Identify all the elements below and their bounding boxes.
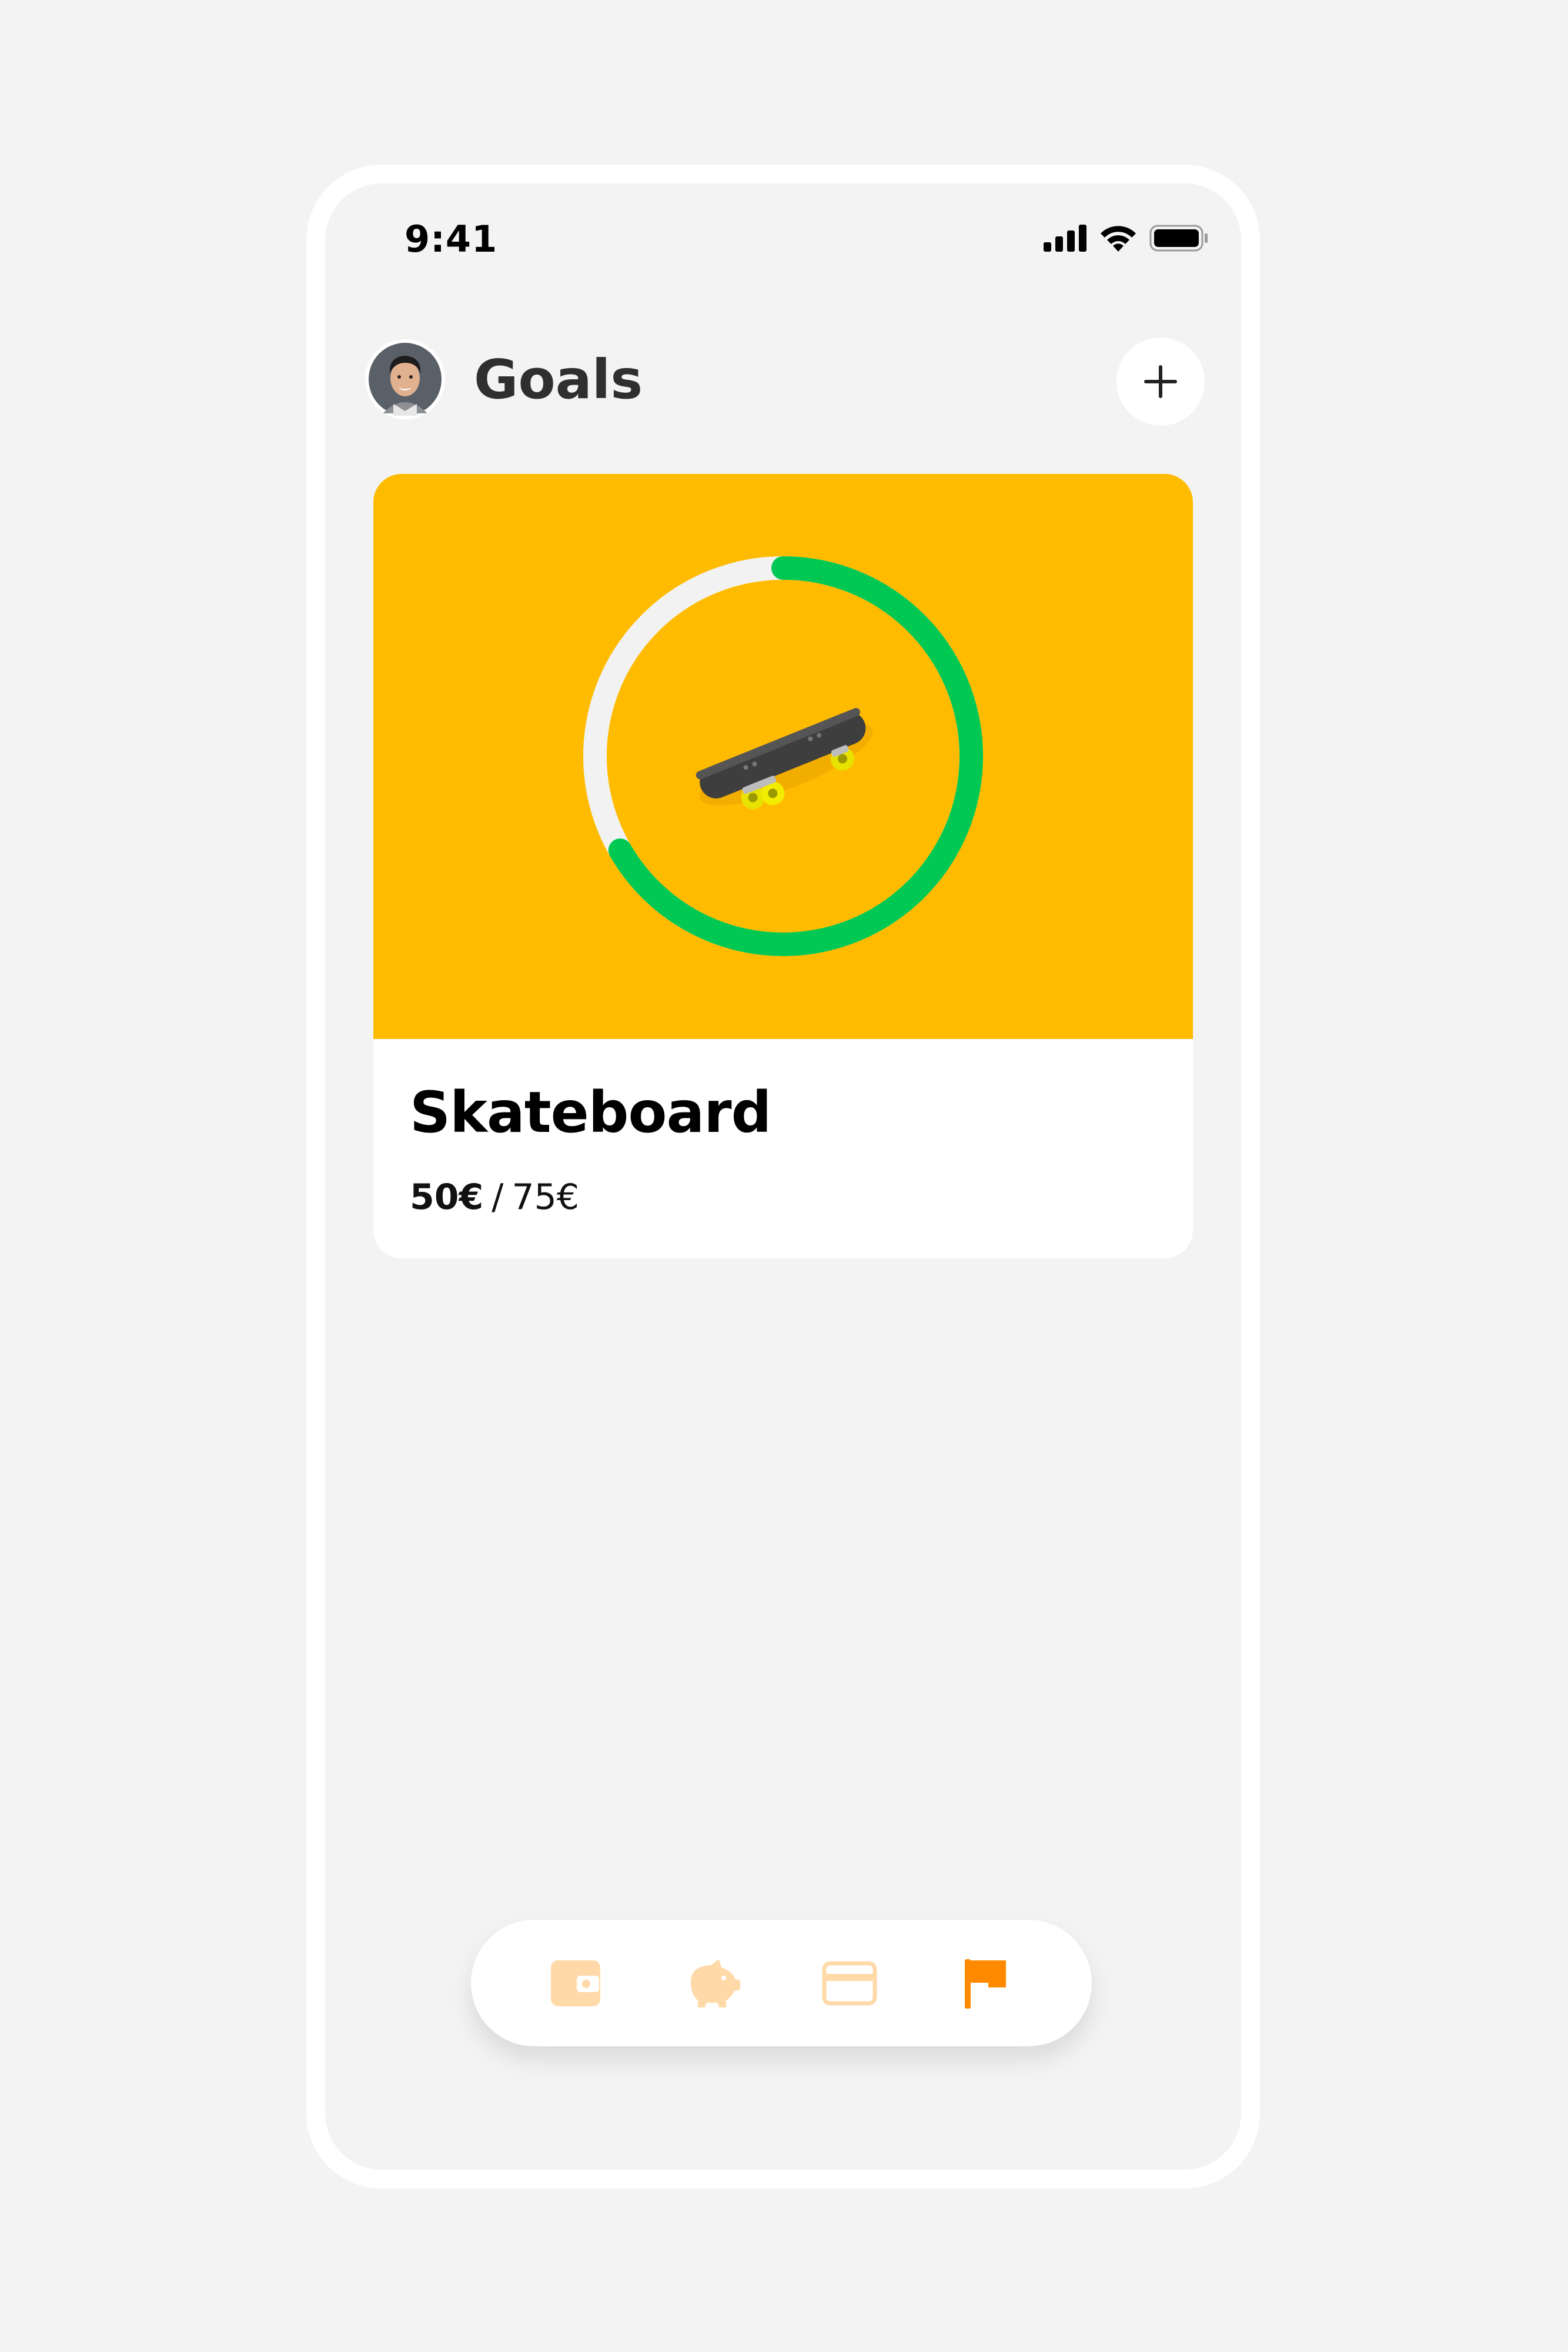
- page-title: Goals: [474, 348, 643, 411]
- add-goal-button[interactable]: [1116, 338, 1205, 426]
- card-icon: [822, 1961, 877, 2006]
- goal-name: Skateboard: [410, 1080, 771, 1145]
- battery-icon: [1149, 225, 1208, 252]
- signal-icon: [1044, 225, 1086, 252]
- wifi-icon: [1101, 226, 1136, 252]
- goal-progress-ring: [583, 556, 983, 956]
- goal-hero: [373, 474, 1193, 1039]
- goal-saved-amount: 50€: [410, 1177, 484, 1218]
- nav-item-card[interactable]: [820, 1954, 879, 2013]
- nav-item-goals[interactable]: [957, 1954, 1015, 2013]
- skateboard-image: [696, 708, 873, 810]
- nav-item-wallet[interactable]: [547, 1954, 606, 2013]
- piggy-bank-icon: [691, 1959, 740, 2007]
- avatar-image: [365, 339, 445, 419]
- goal-amounts: 50€/75€: [410, 1177, 579, 1218]
- app-screen: 9:41 Goals Skateboard 50€ / 75€: [325, 183, 1241, 2170]
- flag-icon: [965, 1959, 1006, 2009]
- goal-target-amount: 75€: [511, 1177, 579, 1218]
- status-icons: [1044, 223, 1209, 252]
- wallet-icon: [551, 1960, 600, 2006]
- plus-icon: [1144, 365, 1177, 398]
- bottom-nav: [471, 1920, 1092, 2046]
- goal-card[interactable]: Skateboard 50€/75€: [373, 474, 1193, 1258]
- avatar[interactable]: [365, 339, 445, 419]
- goal-amount-separator: /: [492, 1177, 504, 1218]
- status-time: 9:41: [404, 218, 498, 260]
- nav-item-savings[interactable]: [684, 1954, 743, 2013]
